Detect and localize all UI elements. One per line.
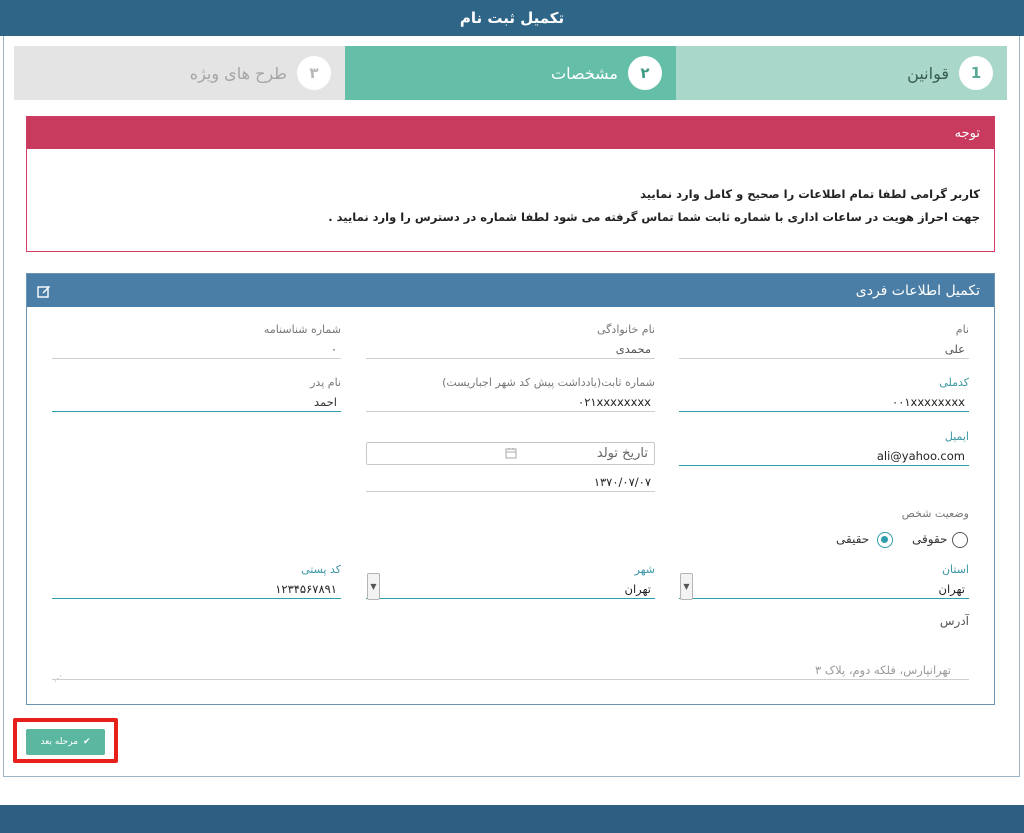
step-special-plans[interactable]: ۳ طرح های ویژه [14, 46, 345, 100]
birth-date-placeholder: تاریخ تولد [596, 446, 648, 461]
postal-code-label: کد پستی [301, 563, 341, 576]
first-name-input[interactable]: علی [679, 339, 969, 359]
first-name-label: نام [955, 323, 969, 336]
postal-code-input[interactable]: ۱۲۳۴۵۶۷۸۹۱ [52, 579, 341, 599]
page-title: تکمیل ثبت نام [459, 9, 565, 27]
chevron-down-icon[interactable]: ▼ [367, 573, 380, 600]
radio-legal[interactable] [952, 532, 968, 548]
phone-label: شماره ثابت(یادداشت پیش کد شهر اجباریست) [442, 376, 655, 389]
address-textarea[interactable]: تهرانپارس، فلکه دوم، پلاک ۳ [52, 660, 969, 680]
panel-title: تکمیل اطلاعات فردی [855, 282, 980, 299]
notice-line-1: کاربر گرامی لطفا تمام اطلاعات را صحیح و … [640, 187, 980, 201]
next-step-button[interactable]: ✔ مرحله بعد [26, 729, 105, 755]
city-select[interactable]: تهران [366, 579, 655, 599]
city-label: شهر [634, 563, 655, 576]
step-label: طرح های ویژه [189, 63, 287, 83]
last-name-field[interactable]: نام خانوادگی محمدی [366, 323, 655, 359]
page-footer [0, 805, 1024, 833]
next-step-label: مرحله بعد [40, 737, 79, 747]
city-field[interactable]: شهر تهران [366, 563, 655, 599]
first-name-field[interactable]: نام علی [679, 323, 969, 359]
step-profile[interactable]: ۲ مشخصات [345, 46, 676, 100]
father-name-field[interactable]: نام پدر احمد [52, 376, 341, 412]
notice-title: توجه [27, 117, 994, 149]
resize-handle-icon[interactable]: ⋰ [54, 674, 62, 683]
step-label: مشخصات [551, 63, 618, 83]
calendar-icon[interactable] [505, 447, 517, 459]
panel-header: تکمیل اطلاعات فردی [27, 274, 994, 307]
id-number-input[interactable]: ۰ [52, 339, 341, 359]
id-number-label: شماره شناسنامه [263, 323, 341, 336]
phone-input[interactable]: ۰۲۱xxxxxxxx [366, 392, 655, 412]
father-name-input[interactable]: احمد [52, 392, 341, 412]
step-rules[interactable]: 1 قوانین [676, 46, 1007, 100]
last-name-label: نام خانوادگی [597, 323, 655, 336]
province-select[interactable]: تهران [679, 579, 969, 599]
email-input[interactable]: ali@yahoo.com [679, 446, 969, 466]
step-number: ۳ [297, 56, 331, 90]
address-label: آدرس [939, 614, 969, 628]
radio-natural[interactable] [877, 532, 893, 548]
step-number: ۲ [628, 56, 662, 90]
province-label: استان [941, 563, 969, 576]
notice-body: کاربر گرامی لطفا تمام اطلاعات را صحیح و … [27, 149, 994, 229]
notice-box: توجه کاربر گرامی لطفا تمام اطلاعات را صح… [26, 116, 995, 252]
national-code-field[interactable]: کدملی ۰۰۱xxxxxxxx [679, 376, 969, 412]
national-code-input[interactable]: ۰۰۱xxxxxxxx [679, 392, 969, 412]
radio-legal-label[interactable]: حقوقی [912, 532, 947, 546]
national-code-label: کدملی [939, 376, 969, 389]
birth-date-input[interactable]: ۱۳۷۰/۰۷/۰۷ [366, 472, 655, 492]
postal-code-field[interactable]: کد پستی ۱۲۳۴۵۶۷۸۹۱ [52, 563, 341, 599]
chevron-down-icon[interactable]: ▼ [680, 573, 693, 600]
phone-field[interactable]: شماره ثابت(یادداشت پیش کد شهر اجباریست) … [366, 376, 655, 412]
id-number-field[interactable]: شماره شناسنامه ۰ [52, 323, 341, 359]
address-label-field: آدرس [679, 614, 969, 630]
step-number: 1 [959, 56, 993, 90]
page-header: تکمیل ثبت نام [0, 0, 1024, 36]
father-name-label: نام پدر [310, 376, 341, 389]
email-field[interactable]: ایمیل ali@yahoo.com [679, 430, 969, 466]
person-status-field: وضعیت شخص [679, 507, 969, 523]
email-label: ایمیل [944, 430, 969, 443]
radio-natural-label[interactable]: حقیقی [836, 532, 869, 546]
birth-date-picker[interactable]: تاریخ تولد [366, 442, 655, 465]
address-input[interactable]: تهرانپارس، فلکه دوم، پلاک ۳ [52, 660, 969, 680]
birth-date-field[interactable]: ۱۳۷۰/۰۷/۰۷ [366, 472, 655, 492]
registration-stepper: 1 قوانین ۲ مشخصات ۳ طرح های ویژه [14, 46, 1007, 100]
edit-icon[interactable] [37, 284, 51, 298]
notice-line-2: جهت احراز هویت در ساعات اداری با شماره ث… [328, 210, 980, 224]
province-field[interactable]: استان تهران [679, 563, 969, 599]
last-name-input[interactable]: محمدی [366, 339, 655, 359]
step-label: قوانین [907, 63, 949, 83]
person-status-label: وضعیت شخص [901, 507, 969, 520]
check-icon: ✔ [83, 737, 91, 747]
